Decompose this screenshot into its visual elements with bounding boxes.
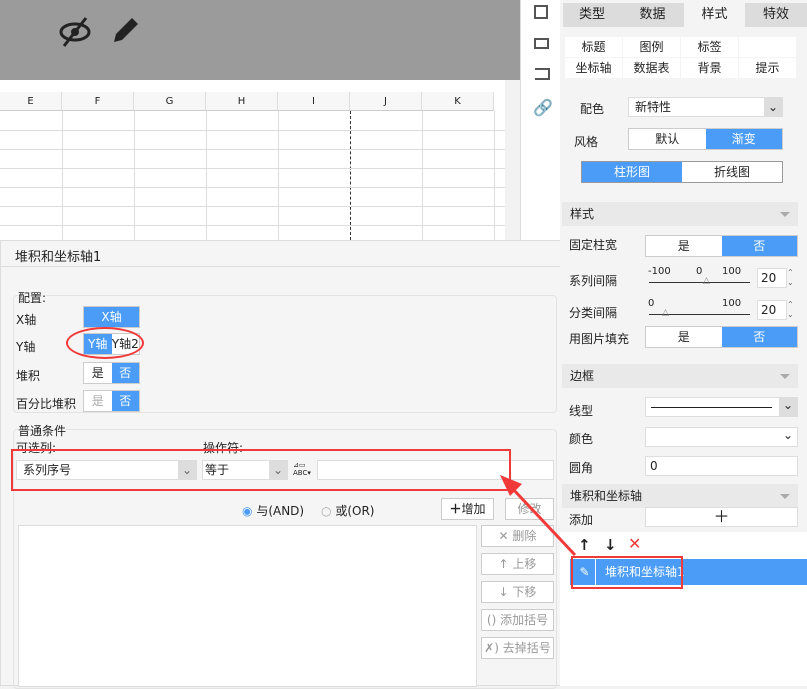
spinner[interactable]: ⌃ ⌄ — [787, 300, 794, 320]
radius-input[interactable]: 0 — [645, 456, 798, 476]
condition-list[interactable] — [18, 525, 477, 687]
style-label: 风格 — [574, 135, 599, 149]
cond-label: 普通条件 — [18, 422, 67, 439]
color-scheme-label: 配色 — [580, 102, 605, 116]
color-label: 颜色 — [569, 432, 594, 446]
column-header[interactable]: H — [206, 92, 278, 111]
add-bracket-button[interactable]: () 添加括号 — [481, 609, 554, 631]
subtab[interactable]: 标签 — [681, 37, 738, 57]
column-header[interactable]: E — [0, 92, 62, 111]
pencil-icon[interactable] — [110, 14, 142, 46]
or-radio[interactable]: ○ 或(OR) — [321, 502, 374, 519]
pct-stack-no[interactable]: 否 — [111, 391, 139, 411]
tab-data[interactable]: 数据 — [621, 3, 684, 27]
link-icon[interactable]: 🔗 — [533, 98, 553, 117]
column-header[interactable]: J — [350, 92, 422, 111]
x-axis-button[interactable]: X轴 — [84, 307, 139, 327]
image-fill-yes[interactable]: 是 — [646, 327, 722, 347]
frame-icon[interactable] — [534, 5, 548, 19]
radius-label: 圆角 — [569, 461, 594, 475]
or-label: 或(OR) — [335, 504, 375, 518]
grid-line — [0, 149, 505, 150]
spreadsheet[interactable]: EFGHIJK — [0, 80, 505, 240]
add-button[interactable]: ＋增加 — [441, 498, 494, 520]
series-gap-input[interactable]: 20 — [757, 268, 787, 288]
subtab[interactable]: 标题 — [565, 37, 622, 57]
annotation-box — [11, 449, 511, 491]
stack-no[interactable]: 否 — [111, 363, 139, 383]
line-type-select[interactable]: ⌄ — [645, 397, 798, 417]
grid-line — [0, 206, 505, 207]
tab-effects[interactable]: 特效 — [745, 3, 807, 27]
category-gap-input[interactable]: 20 — [757, 300, 787, 320]
bar-chart-option[interactable]: 柱形图 — [582, 162, 682, 182]
y-axis-label: Y轴 — [16, 340, 36, 354]
color-picker[interactable]: ⌄ — [645, 427, 798, 447]
add-label: 添加 — [569, 513, 594, 527]
remove-bracket-button[interactable]: ✗) 去掉括号 — [481, 637, 554, 659]
image-fill-no[interactable]: 否 — [721, 327, 797, 347]
grid-line — [0, 130, 505, 131]
grid-line — [0, 168, 505, 169]
style-default[interactable]: 默认 — [629, 129, 706, 149]
and-label: 与(AND) — [256, 504, 305, 518]
delete-icon[interactable]: ✕ — [628, 534, 641, 553]
category-gap-label: 分类间隔 — [569, 306, 618, 320]
section-border[interactable]: 边框 — [562, 364, 798, 388]
fixed-width-no[interactable]: 否 — [721, 236, 797, 256]
dialog-title: 堆积和坐标轴1 — [15, 250, 102, 265]
grid-line — [0, 187, 505, 188]
fixed-width-yes[interactable]: 是 — [646, 236, 722, 256]
modify-button[interactable]: 修改 — [505, 498, 554, 520]
chevron-down-icon: ⌄ — [764, 98, 782, 116]
line-chart-option[interactable]: 折线图 — [682, 162, 782, 182]
subtab[interactable]: 提示 — [739, 58, 796, 78]
arrow-down-icon[interactable]: ↓ — [604, 536, 617, 554]
slider-thumb[interactable]: △ — [703, 276, 710, 286]
move-down-button[interactable]: ↓ 下移 — [481, 581, 554, 603]
subtab[interactable]: 背景 — [681, 58, 738, 78]
toolbar — [0, 0, 520, 80]
tab-style[interactable]: 样式 — [684, 3, 745, 27]
fixed-width-label: 固定柱宽 — [569, 238, 618, 252]
column-header[interactable]: I — [278, 92, 350, 111]
subtab[interactable]: 数据表 — [623, 58, 680, 78]
pct-stack-label: 百分比堆积 — [16, 397, 77, 411]
config-label: 配置: — [18, 289, 47, 306]
subtab[interactable]: 系列 — [739, 37, 796, 57]
subtab[interactable]: 坐标轴 — [565, 58, 622, 78]
and-radio[interactable]: ◉ 与(AND) — [242, 502, 304, 519]
condition-dialog: 堆积和坐标轴1 配置: X轴 X轴 Y轴 Y轴 Y轴2 堆积 是否 百分比堆积 是… — [0, 240, 568, 689]
layout-icon[interactable] — [535, 68, 550, 80]
pct-stack-yes[interactable]: 是 — [84, 391, 112, 411]
image-fill-label: 用图片填充 — [569, 332, 630, 346]
series-gap-slider[interactable] — [649, 282, 750, 283]
add-stack-button[interactable]: ＋ — [645, 507, 798, 527]
spinner[interactable]: ⌃ ⌄ — [787, 268, 794, 288]
tab-type[interactable]: 类型 — [563, 3, 621, 27]
dropdown-widget-icon[interactable] — [534, 38, 549, 49]
move-up-button[interactable]: ↑ 上移 — [481, 553, 554, 575]
style-gradient[interactable]: 渐变 — [705, 129, 782, 149]
section-stack-axis[interactable]: 堆积和坐标轴 — [562, 484, 798, 508]
stack-label: 堆积 — [16, 369, 41, 383]
property-panel: 类型 数据 样式 特效 标题 图例 标签 系列坐标轴 数据表 背景 提示 配色 新特性 ⌄ 风… — [560, 0, 807, 686]
column-header[interactable]: K — [422, 92, 494, 111]
series-gap-label: 系列间隔 — [569, 274, 618, 288]
hide-eye-icon[interactable] — [58, 16, 92, 48]
subtab[interactable]: 图例 — [623, 37, 680, 57]
arrow-up-icon[interactable]: ↑ — [578, 536, 591, 554]
annotation-ellipse — [66, 327, 144, 359]
column-header[interactable]: F — [62, 92, 134, 111]
grid-line — [0, 225, 505, 226]
column-header[interactable]: G — [134, 92, 206, 111]
annotation-box — [571, 556, 683, 589]
stack-yes[interactable]: 是 — [84, 363, 112, 383]
color-scheme-select[interactable]: 新特性 ⌄ — [628, 97, 783, 117]
section-style[interactable]: 样式 — [562, 202, 798, 226]
line-type-label: 线型 — [569, 404, 594, 418]
x-axis-label: X轴 — [16, 313, 37, 327]
delete-button[interactable]: ✕ 删除 — [481, 525, 554, 547]
slider-thumb[interactable]: △ — [662, 308, 669, 318]
